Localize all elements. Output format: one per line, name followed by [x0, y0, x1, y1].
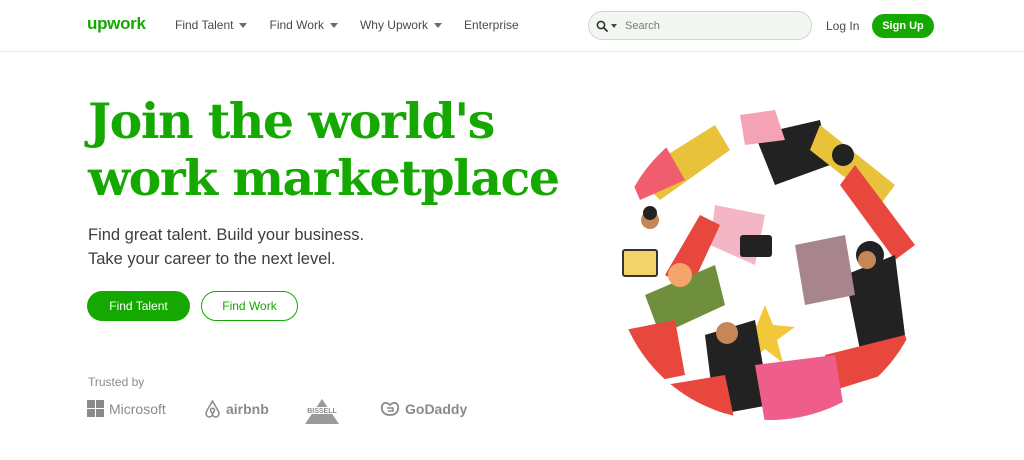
upwork-logo[interactable]: upwork	[87, 14, 146, 34]
search-icon	[596, 20, 608, 32]
brand-airbnb: airbnb	[204, 400, 269, 418]
brand-microsoft-label: Microsoft	[109, 400, 166, 417]
hero-subtitle-line-2: Take your career to the next level.	[88, 250, 336, 268]
trusted-by-label: Trusted by	[88, 375, 145, 389]
hero-illustration	[614, 108, 926, 420]
hero-subtitle: Find great talent. Build your business. …	[88, 223, 364, 271]
bissell-wordmark: BISSELL	[307, 408, 337, 415]
nav-why-upwork[interactable]: Why Upwork	[360, 18, 442, 32]
hero-title-line-2: work marketplace	[88, 149, 560, 207]
nav-enterprise-label: Enterprise	[463, 18, 519, 32]
brand-microsoft: Microsoft	[87, 400, 166, 417]
nav-enterprise[interactable]: Enterprise	[464, 18, 519, 32]
login-link[interactable]: Log In	[826, 19, 859, 33]
nav-find-work-label: Find Work	[269, 18, 324, 32]
brand-bissell: BISSELL	[301, 397, 348, 425]
signup-button[interactable]: Sign Up	[872, 14, 934, 38]
airbnb-logo	[205, 400, 220, 418]
godaddy-logo	[380, 401, 400, 416]
main-nav: Find Talent Find Work Why Upwork Enterpr…	[175, 18, 541, 32]
chevron-down-icon	[239, 22, 248, 28]
search-box	[588, 11, 812, 40]
chevron-down-icon	[611, 23, 617, 28]
nav-find-talent[interactable]: Find Talent	[175, 18, 248, 32]
hero-title: Join the world's work marketplace	[88, 93, 588, 207]
hero-title-line-1: Join the world's	[88, 92, 495, 150]
find-talent-button[interactable]: Find Talent	[87, 291, 190, 321]
brand-godaddy-label: GoDaddy	[405, 400, 468, 417]
top-navigation-bar: upwork Find Talent Find Work Why Upwork …	[0, 0, 1024, 52]
nav-find-talent-label: Find Talent	[175, 18, 234, 32]
find-work-button[interactable]: Find Work	[201, 291, 298, 321]
bissell-logo: BISSELL	[301, 399, 343, 424]
brand-airbnb-label: airbnb	[226, 401, 269, 417]
brand-godaddy: GoDaddy	[380, 400, 467, 417]
chevron-down-icon	[329, 22, 338, 28]
nav-why-upwork-label: Why Upwork	[359, 18, 428, 32]
microsoft-logo	[87, 400, 104, 417]
hero-subtitle-line-1: Find great talent. Build your business.	[88, 226, 365, 244]
nav-find-work[interactable]: Find Work	[269, 18, 338, 32]
search-type-toggle[interactable]	[596, 20, 617, 32]
chevron-down-icon	[433, 22, 442, 28]
search-input[interactable]	[625, 19, 795, 32]
